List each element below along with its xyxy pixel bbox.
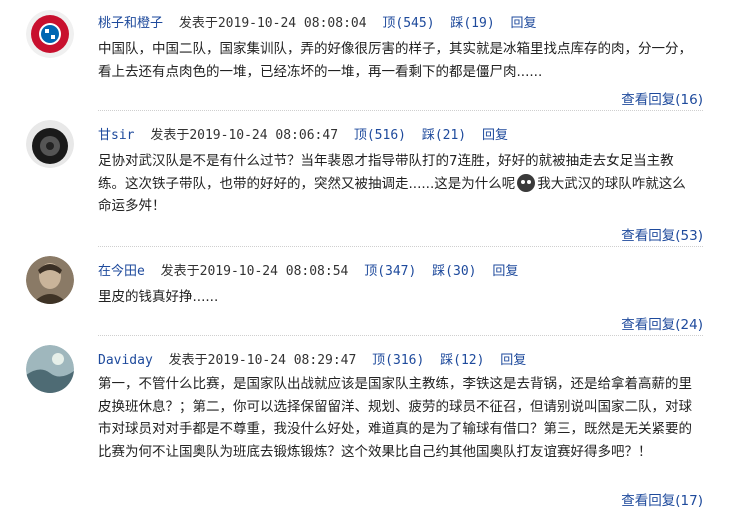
username-link[interactable]: 甘sir xyxy=(98,128,134,143)
comment-text: 中国队，中国二队，国家集训队，弄的好像很厉害的样子，其实就是冰箱里找点库存的肉，… xyxy=(98,41,692,80)
username-link[interactable]: 在今田e xyxy=(98,264,145,279)
view-replies-link[interactable]: 查看回复(17) xyxy=(621,489,703,509)
reply-link[interactable]: 回复 xyxy=(500,353,526,368)
bayern-logo-icon xyxy=(26,10,74,58)
divider xyxy=(98,335,703,336)
upvote-link[interactable]: 顶(316) xyxy=(372,353,424,368)
reply-link[interactable]: 回复 xyxy=(511,16,537,31)
post-time: 发表于2019-10-24 08:29:47 xyxy=(168,353,357,368)
divider xyxy=(98,246,703,247)
username-link[interactable]: 桃子和橙子 xyxy=(98,16,163,31)
post-time: 发表于2019-10-24 08:08:04 xyxy=(178,16,367,31)
view-replies-link[interactable]: 查看回复(16) xyxy=(621,88,703,108)
portrait-avatar-icon xyxy=(26,256,74,304)
avatar[interactable] xyxy=(26,10,74,58)
avatar[interactable] xyxy=(26,256,74,304)
view-replies-link[interactable]: 查看回复(53) xyxy=(621,224,703,244)
skull-emoji-icon xyxy=(517,173,536,192)
wheel-avatar-icon xyxy=(26,120,74,168)
upvote-link[interactable]: 顶(516) xyxy=(354,128,406,143)
upvote-link[interactable]: 顶(545) xyxy=(382,16,434,31)
downvote-link[interactable]: 踩(30) xyxy=(432,264,476,279)
landscape-avatar-icon xyxy=(26,345,74,393)
comment-text: 足协对武汉队是不是有什么过节？当年裴恩才指导带队打的7连胜，好好的就被抽走去女足… xyxy=(98,150,698,218)
downvote-link[interactable]: 踩(19) xyxy=(450,16,494,31)
avatar[interactable] xyxy=(26,345,74,393)
comment-meta: 桃子和橙子 发表于2019-10-24 08:08:04 顶(545) 踩(19… xyxy=(98,12,545,31)
reply-link[interactable]: 回复 xyxy=(482,128,508,143)
comment-meta: 甘sir 发表于2019-10-24 08:06:47 顶(516) 踩(21)… xyxy=(98,124,516,143)
post-time: 发表于2019-10-24 08:06:47 xyxy=(150,128,339,143)
downvote-link[interactable]: 踩(21) xyxy=(422,128,466,143)
downvote-link[interactable]: 踩(12) xyxy=(440,353,484,368)
avatar[interactable] xyxy=(26,120,74,168)
comment-text: 里皮的钱真好挣...... xyxy=(98,289,219,305)
comment-text: 第一，不管什么比赛，是国家队出战就应该是国家队主教练，李铁这是去背锅，还是给拿着… xyxy=(98,376,692,460)
comment-meta: 在今田e 发表于2019-10-24 08:08:54 顶(347) 踩(30)… xyxy=(98,260,526,279)
post-time: 发表于2019-10-24 08:08:54 xyxy=(160,264,349,279)
view-replies-link[interactable]: 查看回复(24) xyxy=(621,313,703,333)
username-link[interactable]: Daviday xyxy=(98,353,153,368)
reply-link[interactable]: 回复 xyxy=(492,264,518,279)
comment-meta: Daviday 发表于2019-10-24 08:29:47 顶(316) 踩(… xyxy=(98,349,534,368)
upvote-link[interactable]: 顶(347) xyxy=(364,264,416,279)
divider xyxy=(98,110,703,111)
